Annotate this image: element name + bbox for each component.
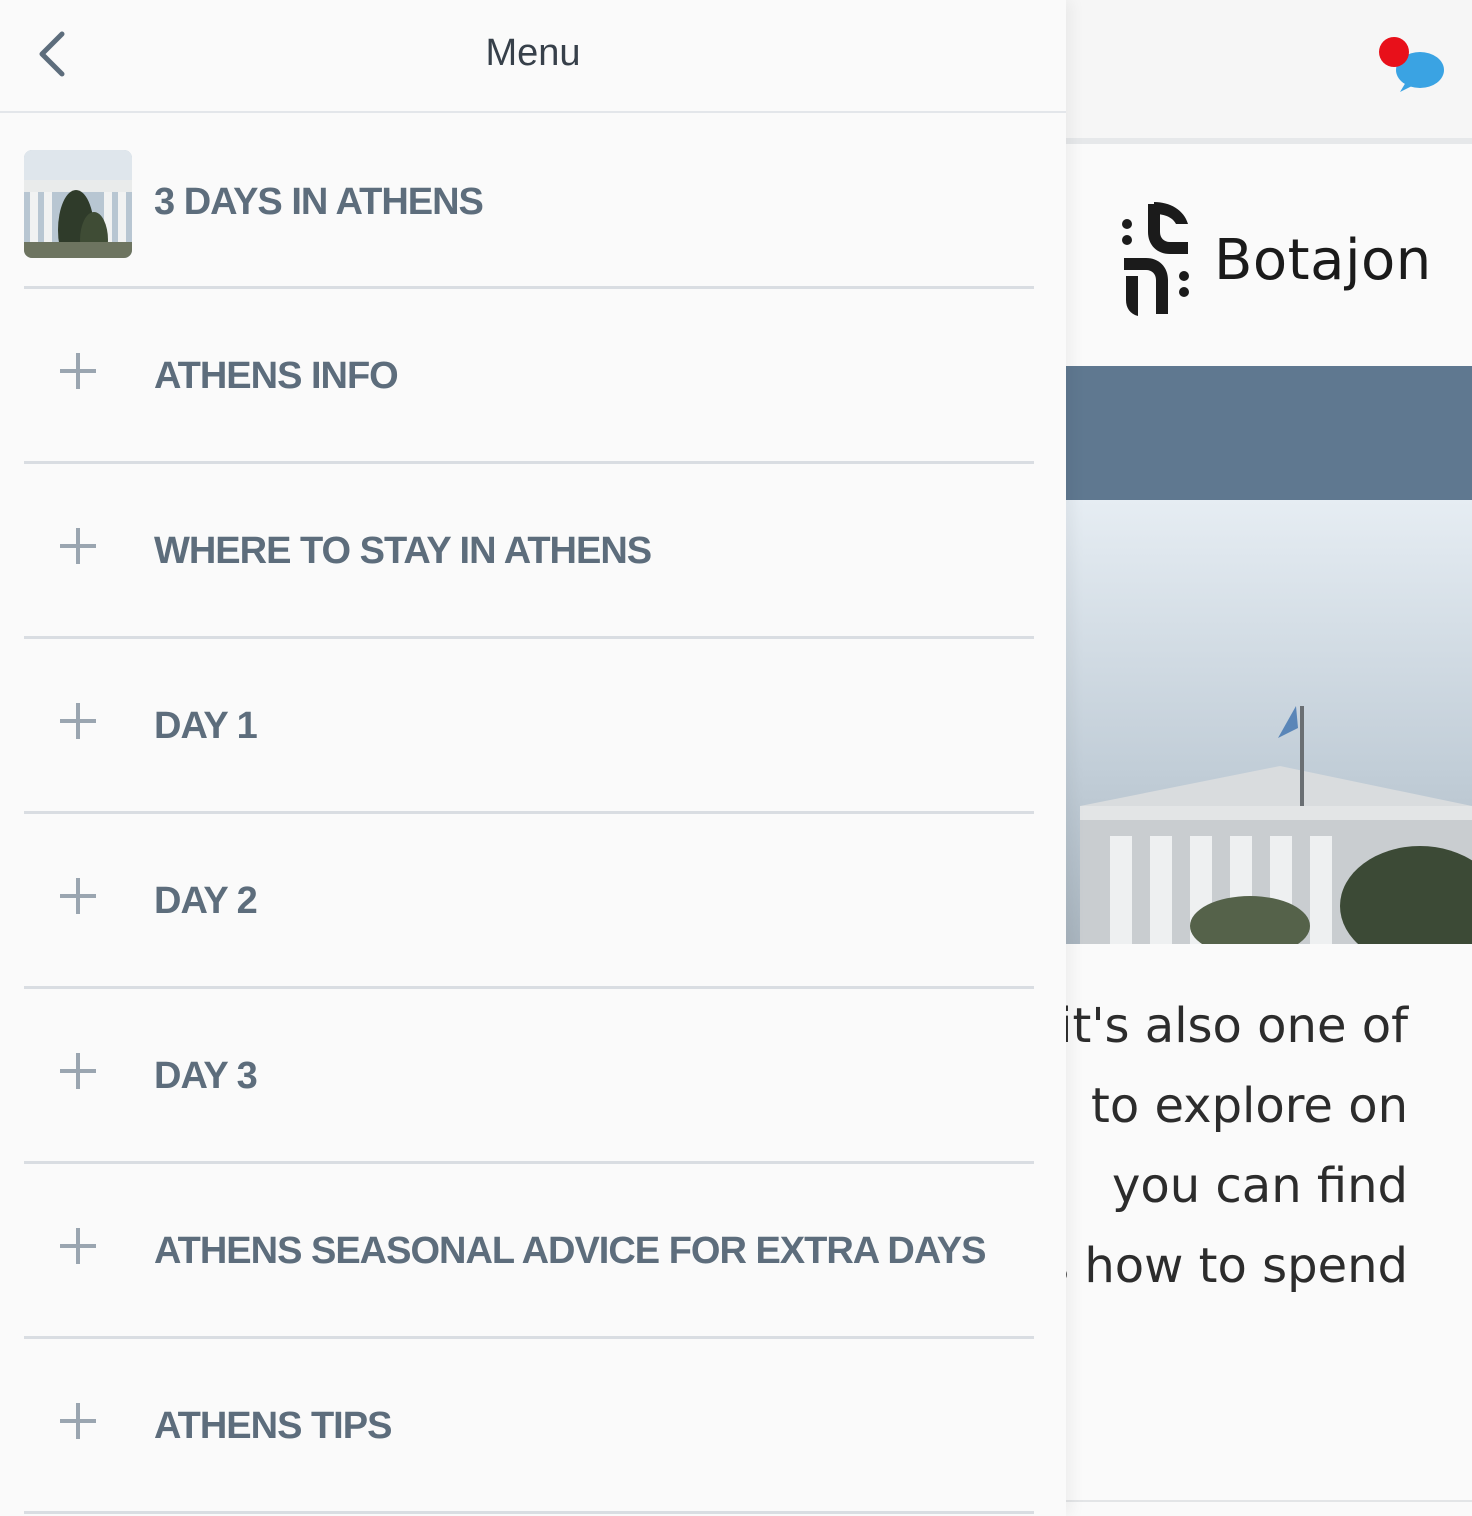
chat-icon[interactable] — [1376, 34, 1448, 98]
menu-item-label: DAY 3 — [154, 1055, 258, 1097]
menu-item-day-1[interactable]: DAY 1 — [24, 639, 1034, 814]
plus-icon — [60, 1403, 96, 1439]
plus-icon — [60, 703, 96, 739]
menu-item-where-to-stay[interactable]: WHERE TO STAY IN ATHENS — [24, 464, 1034, 639]
plus-icon — [60, 1053, 96, 1089]
plus-icon — [60, 353, 96, 389]
menu-title: Menu — [485, 32, 581, 74]
menu-item-seasonal-advice[interactable]: ATHENS SEASONAL ADVICE FOR EXTRA DAYS — [24, 1164, 1034, 1339]
menu-item-athens-info[interactable]: ATHENS INFO — [24, 289, 1034, 464]
menu-header: Menu — [0, 0, 1066, 113]
menu-item-label: ATHENS SEASONAL ADVICE FOR EXTRA DAYS — [154, 1230, 986, 1272]
menu-item-label: DAY 1 — [154, 705, 258, 747]
brand-name[interactable]: Botajon — [1214, 228, 1432, 293]
menu-item-label: ATHENS INFO — [154, 355, 399, 397]
divider — [1066, 1500, 1472, 1502]
menu-list: 3 DAYS IN ATHENS ATHENS INFO WHERE TO ST… — [24, 113, 1034, 1514]
brand-logo-icon[interactable] — [1118, 200, 1194, 318]
menu-item-day-2[interactable]: DAY 2 — [24, 814, 1034, 989]
athens-thumbnail-image — [24, 150, 132, 258]
menu-item-label: 3 DAYS IN ATHENS — [154, 181, 484, 223]
menu-item-label: WHERE TO STAY IN ATHENS — [154, 530, 652, 572]
menu-item-label: DAY 2 — [154, 880, 258, 922]
menu-item-3-days-in-athens[interactable]: 3 DAYS IN ATHENS — [24, 113, 1034, 289]
menu-item-day-3[interactable]: DAY 3 — [24, 989, 1034, 1164]
menu-item-label: ATHENS TIPS — [154, 1405, 392, 1447]
plus-icon — [60, 528, 96, 564]
plus-icon — [60, 1228, 96, 1264]
plus-icon — [60, 878, 96, 914]
menu-drawer: Menu 3 DAYS IN ATHENS ATHENS INFO WHERE … — [0, 0, 1066, 1516]
menu-item-athens-tips[interactable]: ATHENS TIPS — [24, 1339, 1034, 1514]
